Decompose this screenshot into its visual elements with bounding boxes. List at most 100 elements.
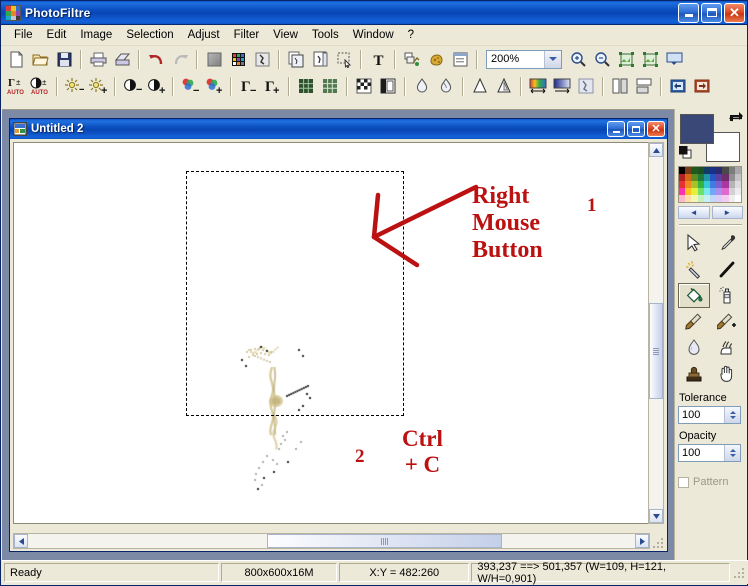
minimize-button[interactable] [678,2,699,23]
foreground-color-swatch[interactable] [680,114,714,144]
image-canvas[interactable]: Right Mouse Button 1 Ctrl + C 2 [13,142,650,524]
save-button[interactable] [52,48,76,71]
undo-button[interactable] [144,48,168,71]
soften-button[interactable] [468,75,492,98]
menu-window[interactable]: Window [346,27,401,43]
zoom-in-button[interactable] [566,48,590,71]
scroll-left-button[interactable] [14,534,28,548]
crop-selection-button[interactable] [332,48,356,71]
palette-button[interactable] [226,48,250,71]
tool-clone-stamp[interactable] [678,361,710,386]
sponge-button[interactable] [424,48,448,71]
palette-prev-button[interactable]: ◄ [678,206,710,219]
horizontal-gradient-button[interactable] [526,75,550,98]
new-button[interactable] [4,48,28,71]
gamma-down-button[interactable]: Γ − [236,75,260,98]
sharpen-button[interactable] [434,75,458,98]
maximize-button[interactable] [701,2,722,23]
window-resize-grip[interactable] [732,566,746,580]
spin-up-icon[interactable] [729,449,736,452]
gamma-up-button[interactable]: Γ + [260,75,284,98]
contrast-up-button[interactable]: + [144,75,168,98]
saturation-up-button[interactable]: + [202,75,226,98]
scroll-down-button[interactable] [649,509,663,523]
contrast-down-button[interactable]: − [120,75,144,98]
tool-smudge[interactable] [711,335,743,360]
palette-color-cell[interactable] [734,195,741,202]
paste-image-button[interactable] [308,48,332,71]
redo-button[interactable] [168,48,192,71]
module-button[interactable] [448,48,472,71]
print-preview-button[interactable] [110,48,134,71]
palette-next-button[interactable]: ► [711,206,743,219]
close-button[interactable]: ✕ [724,2,745,23]
dither-dark-button[interactable] [294,75,318,98]
linear-gradient-button[interactable] [550,75,574,98]
menu-help[interactable]: ? [401,27,421,43]
scroll-thumb-vertical[interactable] [649,303,663,399]
document-minimize-button[interactable] [607,121,625,137]
tool-paint-bucket[interactable] [678,283,710,308]
mask-button[interactable] [574,75,598,98]
tool-line[interactable] [711,257,743,282]
spin-down-icon[interactable] [729,416,736,419]
auto-level-button[interactable]: Γ ± AUTO [4,75,28,98]
open-button[interactable] [28,48,52,71]
default-colors-icon[interactable] [678,145,692,159]
tool-color-picker[interactable] [711,231,743,256]
tool-selection-arrow[interactable] [678,231,710,256]
tool-magic-wand[interactable] [678,257,710,282]
palette-color-cell[interactable] [734,188,741,195]
tolerance-value[interactable]: 100 [679,409,724,421]
transparency-button[interactable] [250,48,274,71]
menu-filter[interactable]: Filter [227,27,267,43]
document-close-button[interactable]: ✕ [647,121,665,137]
tolerance-spin-arrows[interactable] [724,407,740,423]
layer-button[interactable] [400,48,424,71]
tool-airbrush[interactable] [711,283,743,308]
pattern-option[interactable]: Pattern [678,476,743,488]
dither-light-button[interactable] [318,75,342,98]
tool-hand[interactable] [711,361,743,386]
auto-contrast-button[interactable]: ± AUTO [28,75,52,98]
frame-button[interactable] [376,75,400,98]
print-button[interactable] [86,48,110,71]
blur-button[interactable] [410,75,434,98]
zoom-out-button[interactable] [590,48,614,71]
spin-up-icon[interactable] [729,411,736,414]
rotate-right-button[interactable] [690,75,714,98]
gradient-button[interactable] [202,48,226,71]
pattern-checkbox[interactable] [678,476,689,488]
tolerance-stepper[interactable]: 100 [678,406,741,424]
swap-colors-icon[interactable] [729,112,743,126]
spin-down-icon[interactable] [729,454,736,457]
menu-view[interactable]: View [266,27,305,43]
actual-size-button[interactable] [638,48,662,71]
scroll-right-button[interactable] [635,534,649,548]
flip-vertical-button[interactable] [632,75,656,98]
menu-selection[interactable]: Selection [119,27,180,43]
opacity-spin-arrows[interactable] [724,445,740,461]
sharpen-edges-button[interactable] [492,75,516,98]
document-restore-button[interactable] [627,121,645,137]
brightness-down-button[interactable]: − [62,75,86,98]
palette-color-cell[interactable] [734,167,741,174]
copy-image-button[interactable] [284,48,308,71]
chevron-down-icon[interactable] [544,50,561,68]
rotate-left-button[interactable] [666,75,690,98]
saturation-down-button[interactable]: − [178,75,202,98]
menu-file[interactable]: File [7,27,40,43]
opacity-value[interactable]: 100 [679,447,724,459]
menu-adjust[interactable]: Adjust [181,27,227,43]
canvas-horizontal-scrollbar[interactable] [13,533,650,549]
brightness-up-button[interactable]: + [86,75,110,98]
fit-image-button[interactable] [614,48,638,71]
palette-color-cell[interactable] [734,181,741,188]
document-resize-grip[interactable] [651,536,665,550]
opacity-stepper[interactable]: 100 [678,444,741,462]
menu-tools[interactable]: Tools [305,27,346,43]
text-button[interactable]: T [366,48,390,71]
menu-edit[interactable]: Edit [40,27,74,43]
canvas-vertical-scrollbar[interactable] [648,142,664,524]
menu-image[interactable]: Image [73,27,119,43]
